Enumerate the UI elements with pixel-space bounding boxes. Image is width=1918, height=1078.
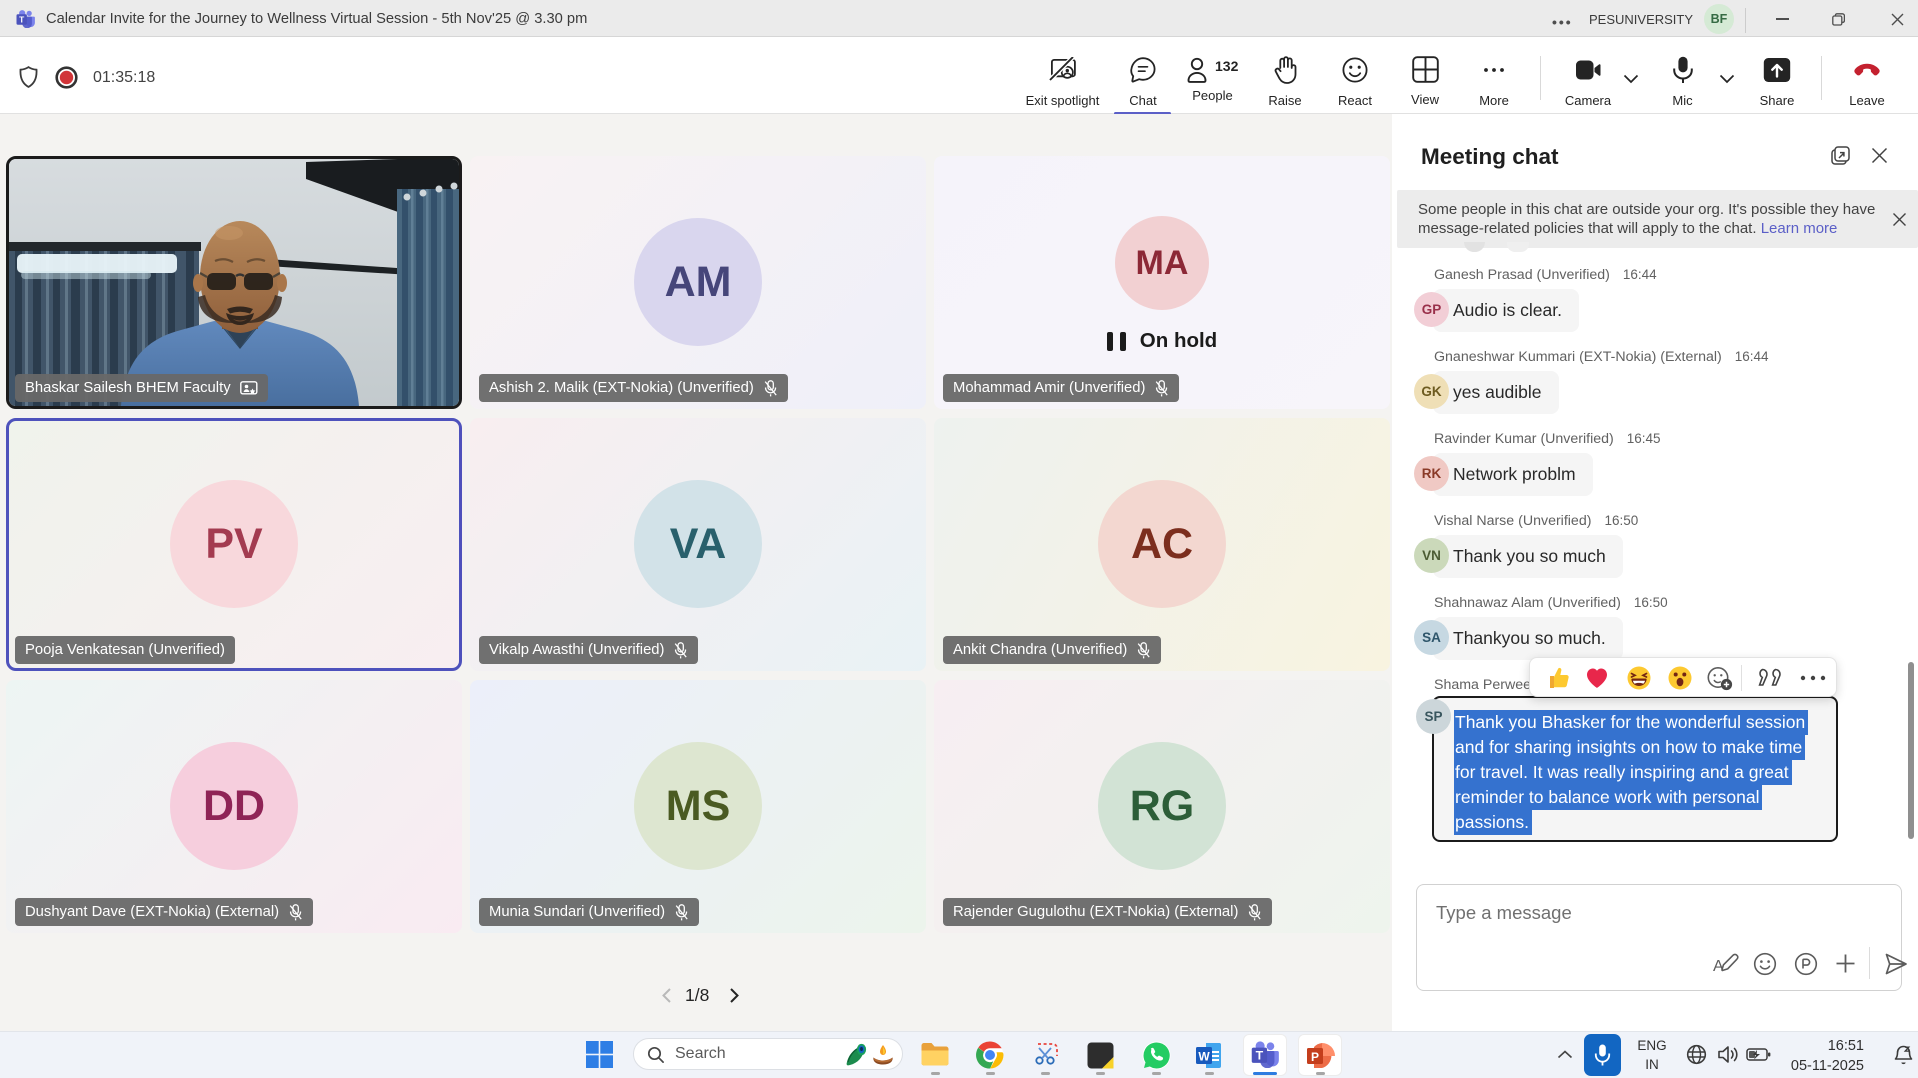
svg-text:T: T [1256,1049,1264,1063]
svg-text:W: W [1198,1050,1210,1064]
svg-text:T: T [19,14,25,24]
svg-text:P: P [1311,1050,1319,1064]
